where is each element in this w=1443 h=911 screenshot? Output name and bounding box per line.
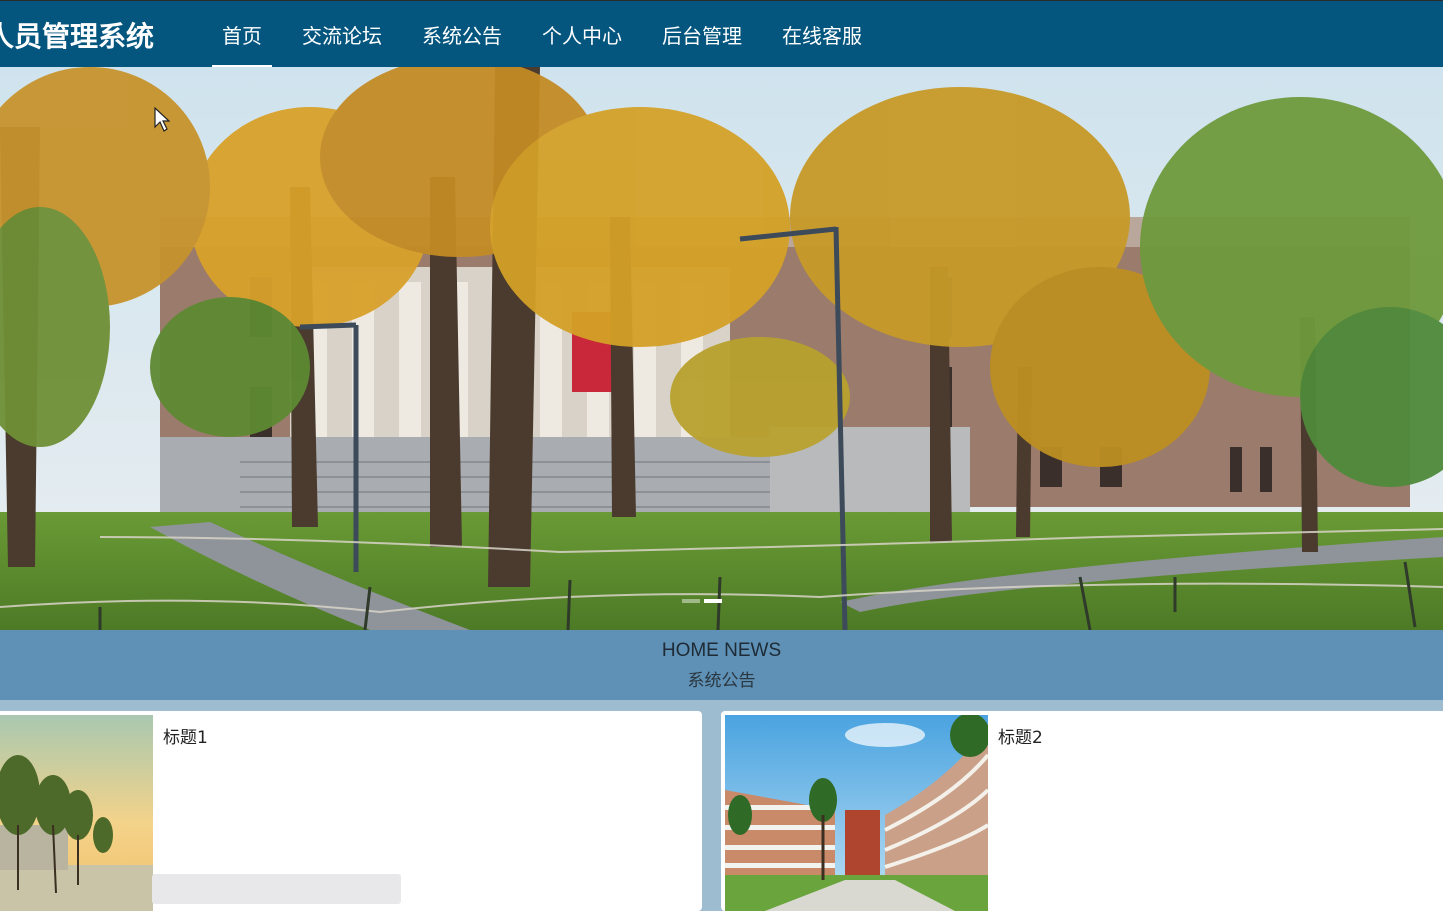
nav-item-support[interactable]: 在线客服 xyxy=(772,1,872,68)
news-title-2[interactable]: 标题2 xyxy=(998,723,1043,748)
section-title-en: HOME NEWS xyxy=(661,640,782,661)
carousel-indicators xyxy=(682,599,722,603)
nav-item-admin[interactable]: 后台管理 xyxy=(652,1,752,68)
news-thumbnail-1 xyxy=(0,715,153,911)
news-card-2[interactable]: 标题2 xyxy=(721,711,1443,911)
top-nav-bar: 人员管理系统 首页 交流论坛 系统公告 个人中心 后台管理 在线客服 xyxy=(0,0,1443,68)
news-thumbnail-2 xyxy=(725,715,988,911)
nav-item-announcements[interactable]: 系统公告 xyxy=(412,1,512,68)
carousel-dot-1[interactable] xyxy=(682,599,700,603)
nav-item-profile[interactable]: 个人中心 xyxy=(532,1,632,68)
news-title-1[interactable]: 标题1 xyxy=(163,723,208,748)
nav-item-forum[interactable]: 交流论坛 xyxy=(292,1,392,68)
section-title-cn: 系统公告 xyxy=(687,671,756,691)
news-section-header: HOME NEWS 系统公告 xyxy=(0,630,1443,700)
campus-photo xyxy=(0,67,1443,630)
site-title: 人员管理系统 xyxy=(0,20,155,53)
card-footer-bar xyxy=(152,874,401,904)
carousel-dot-2[interactable] xyxy=(704,599,722,603)
carousel-slide[interactable] xyxy=(0,67,1443,630)
nav-item-home[interactable]: 首页 xyxy=(212,1,272,68)
main-nav: 首页 交流论坛 系统公告 个人中心 后台管理 在线客服 xyxy=(212,1,892,68)
mouse-cursor-icon xyxy=(154,107,170,132)
